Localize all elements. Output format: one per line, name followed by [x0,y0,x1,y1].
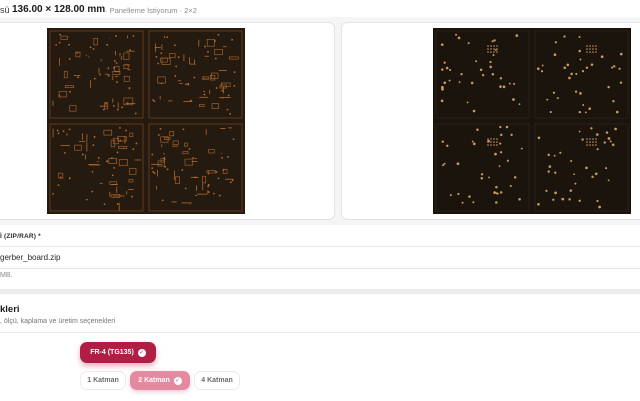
check-icon: ✓ [137,348,146,357]
uploaded-file-name: gerber_board.zip [0,253,61,262]
options-section-title: kleri [0,304,20,315]
layer-option-label: 1 Katman [87,377,119,384]
options-section-subtitle: , ölçü, kaplama ve üretim seçenekleri [0,318,116,325]
layer-option-2[interactable]: 2 Katman ✓ [130,371,190,390]
gerber-preview-area [0,17,640,225]
bottom-layer-preview-card[interactable] [341,22,640,220]
file-size-hint: MB. [0,272,13,279]
bottom-layer-pcb-image [433,28,631,214]
top-layer-preview-card[interactable] [0,22,335,220]
top-layer-pcb-image [47,28,245,214]
layer-option-1[interactable]: 1 Katman [80,371,126,390]
check-icon: ✓ [173,376,182,385]
section-divider [0,289,640,294]
gerber-file-field[interactable]: gerber_board.zip [0,246,640,269]
board-dimensions: 136.00 × 128.00 mm [12,4,106,15]
dimension-label: sü [0,5,10,15]
material-option-label: FR-4 (TG135) [90,349,134,356]
gerber-file-label: İ (ZIP/RAR) * [0,233,41,240]
panel-note: · Panelleme İstiyorum · 2×2 [105,6,197,15]
layer-option-4[interactable]: 4 Katman [194,371,240,390]
layer-option-label: 2 Katman [138,377,170,384]
layer-option-label: 4 Katman [201,377,233,384]
material-option-fr4[interactable]: FR-4 (TG135) ✓ [80,342,156,363]
options-divider [0,332,640,333]
